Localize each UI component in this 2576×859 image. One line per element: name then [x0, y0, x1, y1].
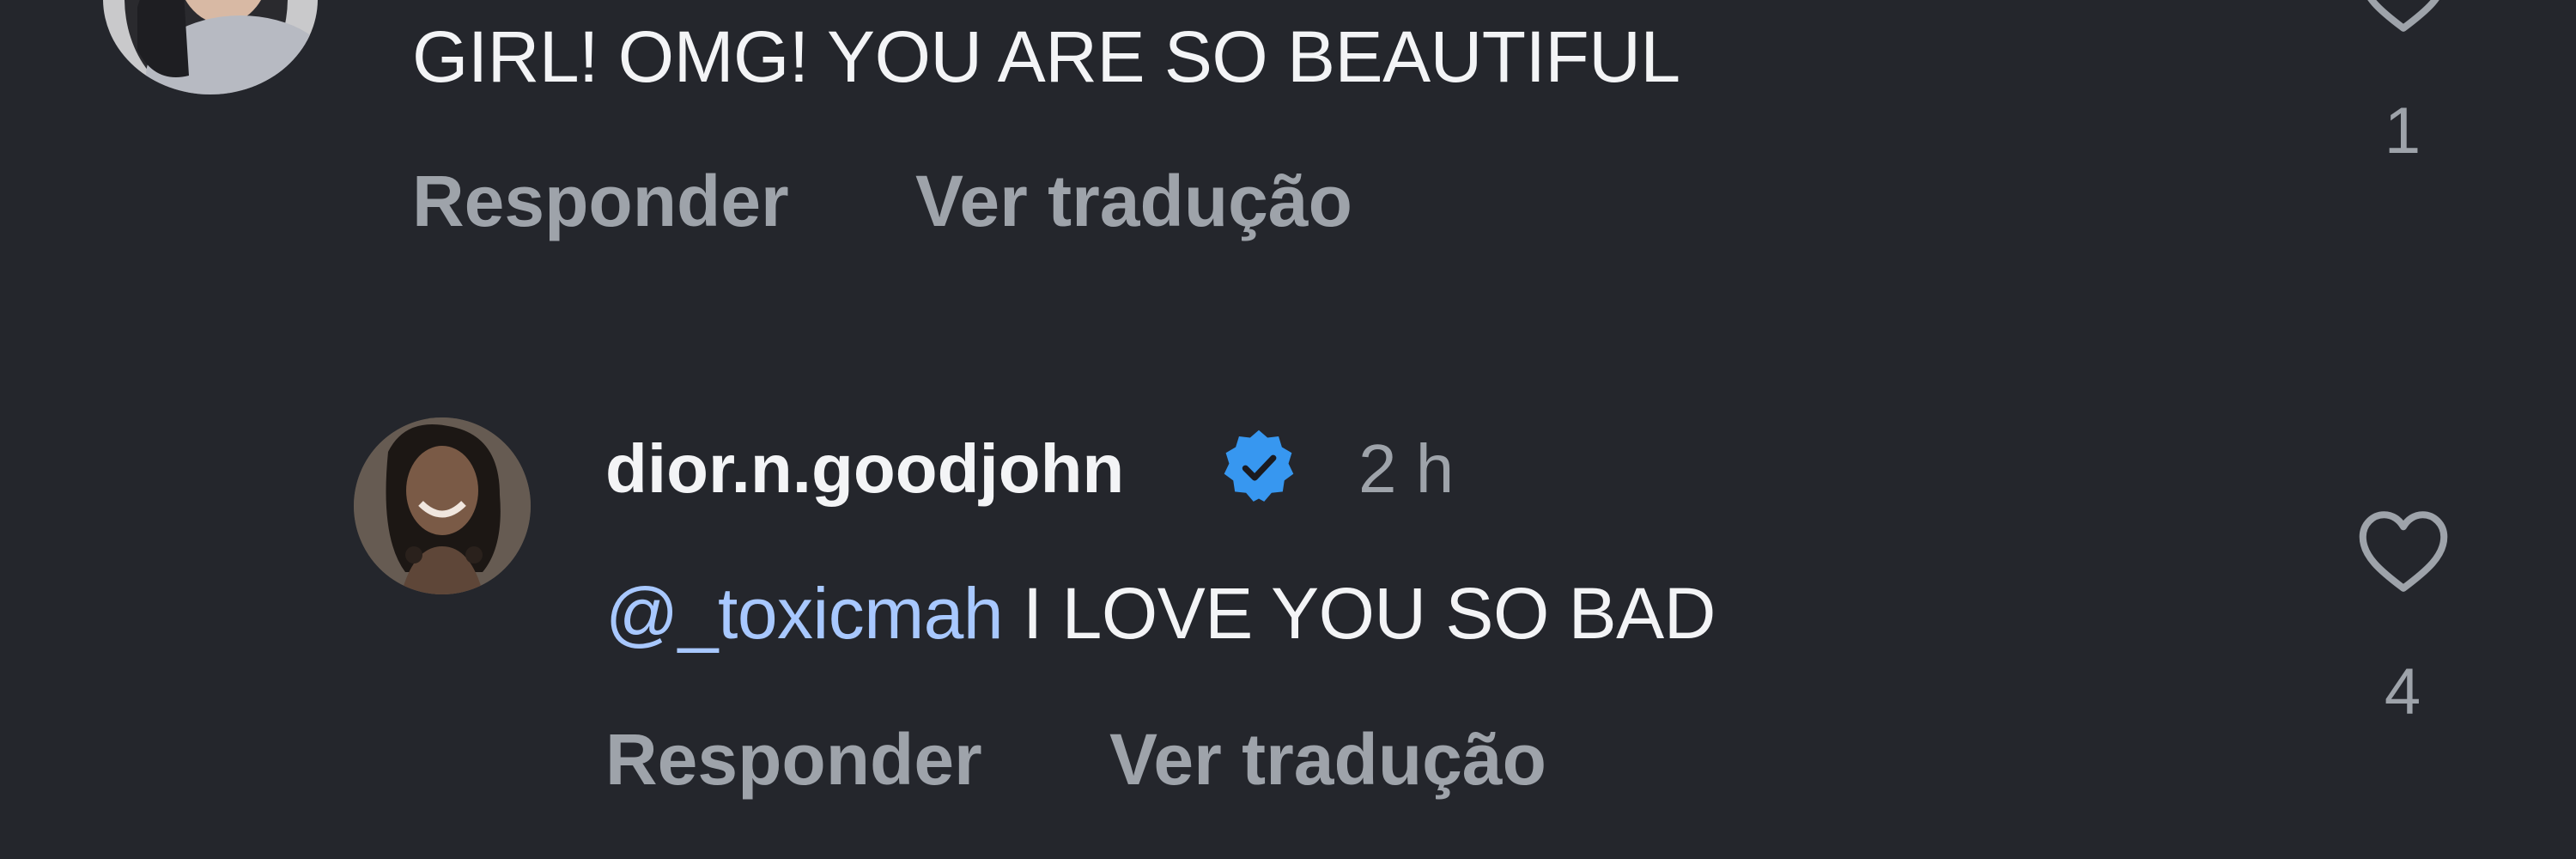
see-translation-button[interactable]: Ver tradução — [915, 165, 1352, 237]
mention-link[interactable]: @_toxicmah — [605, 573, 1004, 654]
like-count: 4 — [2384, 655, 2421, 728]
comment-body: I LOVE YOU SO BAD — [1003, 573, 1716, 654]
username[interactable]: dior.n.goodjohn — [605, 435, 1124, 503]
heart-outline-icon[interactable] — [2357, 0, 2450, 34]
see-translation-button[interactable]: Ver tradução — [1109, 723, 1546, 795]
reply-button[interactable]: Responder — [412, 165, 789, 237]
verified-badge-icon — [1218, 426, 1300, 509]
comment-text: @_toxicmah I LOVE YOU SO BAD — [605, 577, 1716, 649]
comment-text: GIRL! OMG! YOU ARE SO BEAUTIFUL — [412, 16, 1680, 97]
comments-thread: GIRL! OMG! YOU ARE SO BEAUTIFUL Responde… — [0, 0, 2576, 859]
replier-avatar[interactable] — [354, 417, 531, 594]
like-count: 1 — [2384, 94, 2421, 168]
heart-outline-icon[interactable] — [2357, 509, 2450, 594]
reply-button[interactable]: Responder — [605, 723, 982, 795]
commenter-avatar[interactable] — [103, 0, 318, 94]
timestamp: 2 h — [1358, 430, 1455, 507]
